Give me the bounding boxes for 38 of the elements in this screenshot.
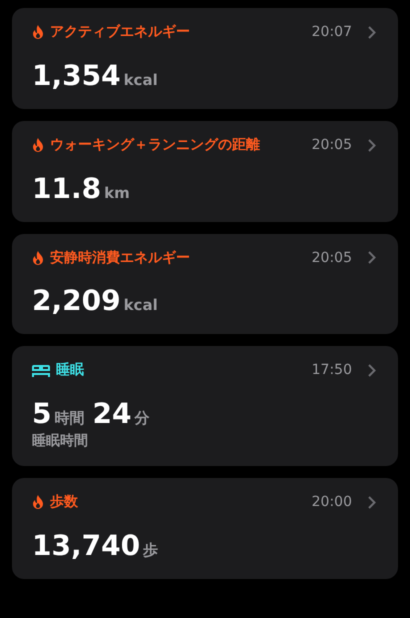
bed-icon xyxy=(32,364,50,377)
card-title: 安静時消費エネルギー xyxy=(50,250,191,266)
metric-unit: km xyxy=(104,184,130,202)
timestamp: 20:07 xyxy=(312,24,352,41)
card-title: 歩数 xyxy=(50,494,79,511)
metric-unit: 分 xyxy=(134,409,150,428)
card-title: アクティブエネルギー xyxy=(50,24,191,41)
metric-value: 11.8 xyxy=(32,172,102,206)
timestamp: 20:05 xyxy=(312,136,352,154)
chevron-icon xyxy=(368,138,376,152)
metric-card[interactable]: 歩数 20:00 13,740 歩 xyxy=(12,478,398,579)
metric-unit: 時間 xyxy=(54,409,84,428)
metric-value: 5 xyxy=(32,397,52,432)
chevron-icon xyxy=(368,364,376,378)
metric-unit: kcal xyxy=(124,296,158,314)
metric-value: 2,209 xyxy=(32,284,121,318)
metric-caption: 睡眠時間 xyxy=(32,433,89,450)
flame-icon xyxy=(32,495,44,510)
timestamp: 20:05 xyxy=(312,250,352,266)
timestamp: 20:00 xyxy=(312,494,352,511)
timestamp: 17:50 xyxy=(312,362,352,380)
flame-icon xyxy=(32,138,44,152)
card-title: 睡眠 xyxy=(56,362,85,380)
metric-card[interactable]: 睡眠 17:50 5 時間 24 分 睡眠時間 xyxy=(12,346,398,466)
metric-card[interactable]: ウォーキング＋ランニングの距離 20:05 11.8 km xyxy=(12,120,398,222)
metric-value: 13,740 xyxy=(32,528,140,563)
chevron-icon xyxy=(368,251,376,264)
flame-icon xyxy=(32,25,44,40)
metric-unit: kcal xyxy=(124,70,158,89)
card-title: ウォーキング＋ランニングの距離 xyxy=(50,136,261,154)
chevron-icon xyxy=(368,496,376,509)
metric-unit: 歩 xyxy=(143,540,158,559)
flame-icon xyxy=(32,250,44,265)
metric-value: 1,354 xyxy=(32,58,121,93)
metric-value: 24 xyxy=(92,397,132,432)
metric-card[interactable]: アクティブエネルギー 20:07 1,354 kcal xyxy=(12,8,398,109)
chevron-icon xyxy=(368,26,376,39)
metric-card[interactable]: 安静時消費エネルギー 20:05 2,209 kcal xyxy=(12,234,398,334)
